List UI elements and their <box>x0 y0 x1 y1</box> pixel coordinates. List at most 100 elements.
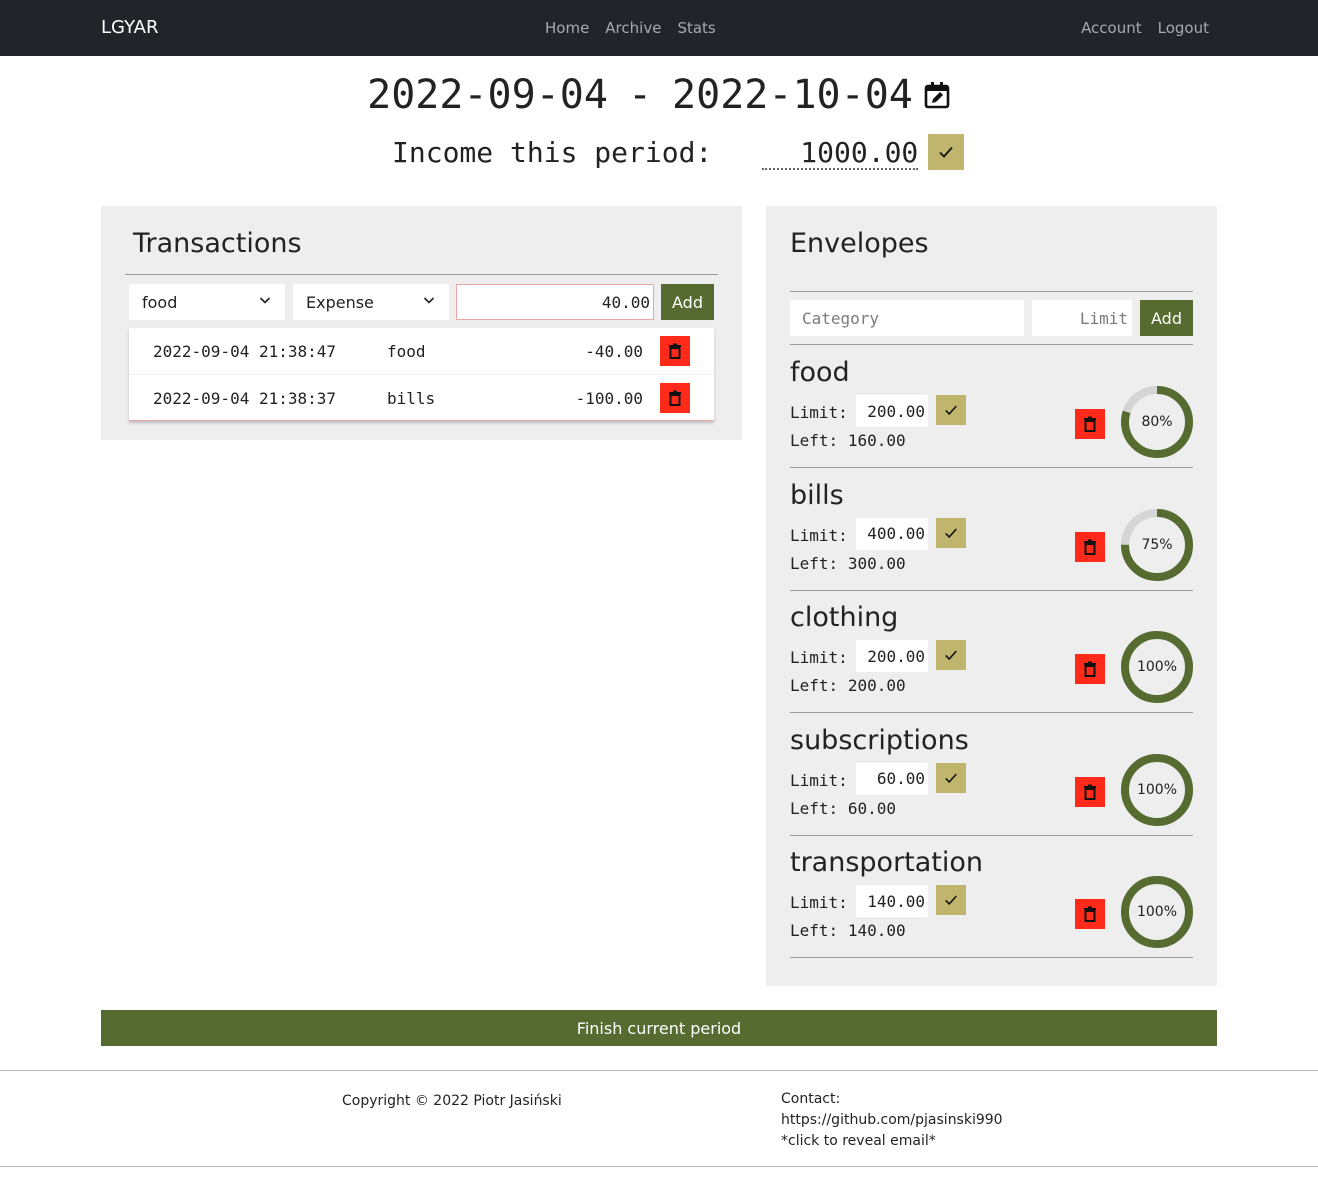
envelope-percent: 80% <box>1141 414 1173 430</box>
delete-envelope-button[interactable] <box>1075 654 1105 684</box>
nav-link-stats[interactable]: Stats <box>677 19 715 37</box>
envelope-item: subscriptions Limit: Left: 60.00 100% <box>790 713 1193 836</box>
envelope-item: clothing Limit: Left: 200.00 100% <box>790 590 1193 713</box>
envelopes-panel: Envelopes Add food Limit: Left: 160.00 8… <box>766 206 1217 986</box>
footer-divider <box>0 1166 1318 1167</box>
category-select[interactable]: food <box>129 284 285 320</box>
envelope-left-text: Left: 60.00 <box>790 799 896 818</box>
income-row: Income this period: <box>392 134 965 170</box>
envelope-limit-field[interactable] <box>856 762 928 795</box>
transaction-category: food <box>387 342 426 361</box>
transactions-title: Transactions <box>133 228 302 259</box>
trash-icon <box>1084 784 1096 800</box>
divider <box>125 274 718 275</box>
envelope-left-value: 160.00 <box>847 431 906 450</box>
envelope-category-input[interactable] <box>790 300 1024 336</box>
nav-link-archive[interactable]: Archive <box>605 19 661 37</box>
envelope-confirm-button[interactable] <box>936 640 966 670</box>
delete-envelope-button[interactable] <box>1075 899 1105 929</box>
contact-title: Contact: <box>781 1091 841 1107</box>
transaction-amount: -40.00 <box>585 342 643 361</box>
delete-transaction-button[interactable] <box>660 336 690 366</box>
nav-account-links: Account Logout <box>1081 19 1209 37</box>
envelope-limit-field[interactable] <box>856 885 928 917</box>
period-header: 2022-09-04-2022-10-04 <box>0 72 1318 118</box>
envelope-item: food Limit: Left: 160.00 80% <box>790 345 1193 468</box>
delete-envelope-button[interactable] <box>1075 776 1105 807</box>
envelope-percent: 75% <box>1141 536 1173 553</box>
income-confirm-button[interactable] <box>928 134 965 170</box>
envelope-confirm-button[interactable] <box>936 885 966 915</box>
income-label: Income this period: <box>392 135 713 169</box>
navbar: LGYAR Home Archive Stats Account Logout <box>0 0 1318 56</box>
calendar-edit-icon[interactable] <box>923 74 951 109</box>
nav-link-home[interactable]: Home <box>545 19 589 37</box>
chevron-down-icon <box>423 297 435 304</box>
envelope-left-label: Left: <box>790 431 839 450</box>
transaction-row: 2022-09-04 21:38:37 bills -100.00 <box>129 374 714 420</box>
trash-icon <box>1084 416 1096 432</box>
envelope-left-text: Left: 300.00 <box>790 554 906 573</box>
envelope-left-value: 300.00 <box>847 553 906 573</box>
add-transaction-button[interactable]: Add <box>661 284 714 320</box>
delete-transaction-button[interactable] <box>660 383 690 413</box>
divider <box>790 291 1193 292</box>
nav-link-logout[interactable]: Logout <box>1158 19 1209 37</box>
envelope-name: bills <box>790 479 844 511</box>
envelope-limit-field[interactable] <box>856 395 928 427</box>
envelope-limit-label: Limit: <box>790 893 848 912</box>
envelope-percent: 100% <box>1136 659 1178 675</box>
envelope-left-text: Left: 160.00 <box>790 431 906 450</box>
check-icon <box>945 650 957 661</box>
envelope-percent: 100% <box>1136 904 1178 920</box>
delete-envelope-button[interactable] <box>1075 409 1105 439</box>
envelope-left-value: 140.00 <box>847 921 906 940</box>
check-icon <box>945 405 957 416</box>
nav-link-account[interactable]: Account <box>1081 19 1142 37</box>
transactions-panel: Transactions food Expense Add 2022-09-04… <box>101 206 742 440</box>
income-input[interactable] <box>762 134 919 170</box>
trash-icon <box>1084 539 1096 555</box>
period-separator: - <box>627 72 653 118</box>
transaction-date: 2022-09-04 21:38:47 <box>153 342 337 361</box>
envelope-left-label: Left: <box>790 553 839 573</box>
chevron-down-icon <box>259 297 271 304</box>
envelope-confirm-button[interactable] <box>936 517 966 548</box>
envelope-confirm-button[interactable] <box>936 762 966 793</box>
check-icon <box>939 146 953 158</box>
envelope-name: subscriptions <box>790 724 969 756</box>
footer-divider <box>0 1070 1318 1071</box>
envelope-left-label: Left: <box>790 676 839 695</box>
period-start: 2022-09-04 <box>367 72 608 118</box>
envelope-left-value: 200.00 <box>847 676 906 695</box>
transactions-list: 2022-09-04 21:38:47 food -40.00 2022-09-… <box>129 328 714 421</box>
envelope-limit-label: Limit: <box>790 525 848 545</box>
footer-copyright: Copyright © 2022 Piotr Jasiński <box>342 1093 562 1109</box>
envelope-item: transportation Limit: Left: 140.00 100% <box>790 835 1193 958</box>
transaction-row: 2022-09-04 21:38:47 food -40.00 <box>129 328 714 374</box>
finish-period-button[interactable]: Finish current period <box>101 1010 1217 1046</box>
trash-icon <box>1084 661 1096 677</box>
divider <box>790 957 1193 958</box>
check-icon <box>945 527 957 538</box>
add-envelope-button[interactable]: Add <box>1140 300 1193 336</box>
type-select-value: Expense <box>306 292 374 312</box>
envelope-limit-field[interactable] <box>856 640 928 672</box>
github-link[interactable]: https://github.com/pjasinski990 <box>781 1112 1003 1128</box>
envelope-left-text: Left: 140.00 <box>790 921 906 940</box>
delete-envelope-button[interactable] <box>1075 531 1105 562</box>
envelope-name: clothing <box>790 602 899 633</box>
transaction-category: bills <box>387 389 436 408</box>
envelope-name: food <box>790 357 850 388</box>
period-end: 2022-10-04 <box>672 72 913 118</box>
envelope-limit-label: Limit: <box>790 403 848 422</box>
envelope-limit-input[interactable] <box>1032 300 1132 336</box>
envelope-confirm-button[interactable] <box>936 395 966 425</box>
brand-logo[interactable]: LGYAR <box>101 17 159 38</box>
type-select[interactable]: Expense <box>293 284 449 320</box>
reveal-email-link[interactable]: *click to reveal email* <box>781 1133 936 1149</box>
transaction-amount: -100.00 <box>575 389 643 408</box>
envelope-limit-label: Limit: <box>790 648 848 667</box>
amount-input[interactable] <box>456 284 654 320</box>
envelope-limit-field[interactable] <box>856 517 928 550</box>
